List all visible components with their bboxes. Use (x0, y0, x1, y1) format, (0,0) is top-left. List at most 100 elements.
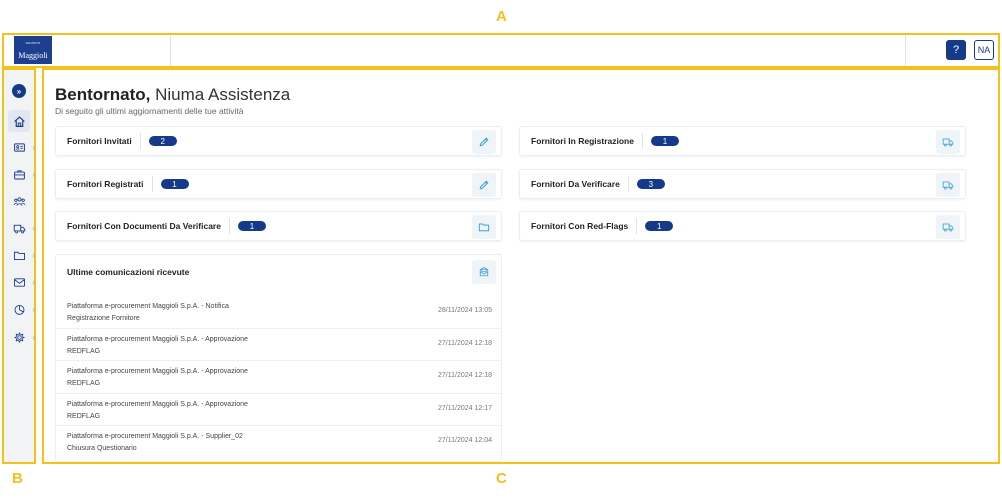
message-subject-cont: REDFLAG (67, 347, 101, 355)
card-divider (228, 218, 230, 234)
sidebar: » › › › › › › › (4, 70, 35, 462)
sidebar-expand-button[interactable]: » (4, 80, 34, 102)
edit-button[interactable] (472, 173, 496, 197)
help-button[interactable]: ? (946, 40, 966, 60)
sidebar-item-reports[interactable]: › (4, 298, 35, 320)
message-date: 27/11/2024 12:18 (438, 372, 492, 379)
card-title: Fornitori Registrati (67, 179, 144, 189)
pencil-icon (479, 137, 489, 147)
home-icon (13, 115, 25, 127)
edit-button[interactable] (472, 130, 496, 154)
chart-pie-icon (14, 304, 24, 315)
sidebar-item-users[interactable] (4, 190, 34, 212)
sidebar-item-documents[interactable]: › (4, 244, 35, 266)
sidebar-item-messages[interactable]: › (4, 271, 35, 293)
count-badge: 1 (650, 136, 679, 146)
suppliers-button[interactable] (936, 130, 960, 154)
card-fornitori-registrati[interactable]: Fornitori Registrati 1 (55, 169, 502, 199)
message-subject-cont: REDFLAG (67, 412, 101, 420)
message-subject: Piattaforma e-procurement Maggioli S.p.A… (67, 303, 229, 310)
chevron-right-icon: › (32, 142, 35, 152)
top-header: GRUPPO Maggioli ? NA (4, 35, 998, 66)
truck-icon (942, 181, 954, 190)
expand-icon: » (12, 84, 26, 98)
truck-icon (13, 224, 25, 233)
count-badge: 2 (148, 136, 177, 146)
card-title: Fornitori Con Red-Flags (531, 221, 629, 231)
page-subtitle: Di seguito gli ultimi aggiornamenti dell… (55, 106, 244, 116)
pencil-icon (479, 180, 489, 190)
sidebar-item-settings[interactable]: › (4, 326, 35, 348)
card-fornitori-red-flags[interactable]: Fornitori Con Red-Flags 1 (519, 211, 966, 241)
message-subject: Piattaforma e-procurement Maggioli S.p.A… (67, 335, 248, 343)
annotation-label-b: B (12, 470, 23, 487)
user-name: Niuma Assistenza (150, 85, 291, 104)
chevron-right-icon: › (32, 332, 35, 342)
message-subject: Piattaforma e-procurement Maggioli S.p.A… (67, 400, 248, 408)
card-fornitori-da-verificare[interactable]: Fornitori Da Verificare 3 (519, 169, 966, 199)
message-item[interactable]: Piattaforma e-procurement Maggioli S.p.A… (56, 394, 501, 426)
count-badge: 3 (636, 179, 665, 189)
logo-main-text: Maggioli (18, 50, 48, 60)
message-item[interactable]: Piattaforma e-procurement Maggioli S.p.A… (56, 329, 501, 361)
card-divider (627, 176, 629, 192)
count-badge: 1 (645, 221, 674, 231)
count-badge: 1 (237, 221, 266, 231)
suppliers-button[interactable] (936, 215, 960, 239)
card-divider (151, 176, 153, 192)
message-date: 27/11/2024 12:18 (438, 339, 492, 347)
chevron-right-icon: › (32, 304, 35, 314)
card-fornitori-in-registrazione[interactable]: Fornitori In Registrazione 1 (519, 126, 966, 156)
chevron-right-icon: › (32, 277, 35, 287)
maggioli-logo[interactable]: GRUPPO Maggioli (14, 36, 52, 64)
card-title: Fornitori In Registrazione (531, 136, 634, 146)
gear-icon (13, 331, 25, 343)
sidebar-item-registry[interactable]: › (4, 136, 35, 158)
message-item[interactable]: Piattaforma e-procurement Maggioli S.p.A… (56, 361, 501, 394)
message-subject: Piattaforma e-procurement Maggioli S.p.A… (67, 368, 248, 375)
welcome-text: Bentornato, (55, 85, 151, 104)
message-item[interactable]: Piattaforma e-procurement Maggioli S.p.A… (56, 426, 501, 459)
message-subject: Piattaforma e-procurement Maggioli S.p.A… (67, 433, 243, 440)
card-title: Fornitori Invitati (67, 136, 132, 146)
chevron-right-icon: › (32, 250, 35, 260)
card-title: Fornitori Con Documenti Da Verificare (67, 221, 221, 231)
annotation-label-c: C (496, 470, 507, 487)
message-date: 28/11/2024 13:05 (438, 307, 492, 314)
open-folder-button[interactable] (472, 215, 496, 239)
suppliers-button[interactable] (936, 173, 960, 197)
card-fornitori-invitati[interactable]: Fornitori Invitati 2 (55, 126, 502, 156)
messages-title: Ultime comunicazioni ricevute (67, 267, 190, 277)
truck-icon (942, 223, 954, 232)
sidebar-item-home[interactable] (8, 110, 30, 132)
page-title: Bentornato, Niuma Assistenza (55, 85, 290, 105)
briefcase-icon (13, 169, 25, 179)
folder-icon (478, 223, 490, 232)
messages-card: Ultime comunicazioni ricevute Piattaform… (55, 254, 502, 462)
card-fornitori-documenti[interactable]: Fornitori Con Documenti Da Verificare 1 (55, 211, 502, 241)
inbox-icon (479, 267, 489, 277)
card-divider (139, 133, 141, 149)
truck-icon (942, 138, 954, 147)
sidebar-item-suppliers[interactable]: › (4, 217, 35, 239)
messages-list: Piattaforma e-procurement Maggioli S.p.A… (56, 296, 501, 459)
message-date: 27/11/2024 12:17 (438, 404, 492, 412)
folder-icon (13, 251, 25, 260)
message-item[interactable]: Piattaforma e-procurement Maggioli S.p.A… (56, 296, 501, 329)
message-subject-cont: Chiusura Questionario (67, 445, 137, 452)
annotation-label-a: A (496, 8, 507, 25)
id-card-icon (13, 142, 25, 152)
card-divider (641, 133, 643, 149)
mail-icon (13, 277, 25, 287)
main-content: Bentornato, Niuma Assistenza Di seguito … (44, 70, 998, 462)
sidebar-item-work[interactable]: › (4, 163, 35, 185)
user-avatar-button[interactable]: NA (974, 40, 994, 60)
logo-top-text: GRUPPO (25, 40, 41, 45)
message-date: 27/11/2024 12:04 (438, 437, 492, 444)
chevron-right-icon: › (32, 223, 35, 233)
inbox-button[interactable] (472, 260, 496, 284)
message-subject-cont: Registrazione Fornitore (67, 315, 140, 322)
chevron-right-icon: › (32, 169, 35, 179)
card-divider (636, 218, 638, 234)
message-subject-cont: REDFLAG (67, 380, 101, 387)
